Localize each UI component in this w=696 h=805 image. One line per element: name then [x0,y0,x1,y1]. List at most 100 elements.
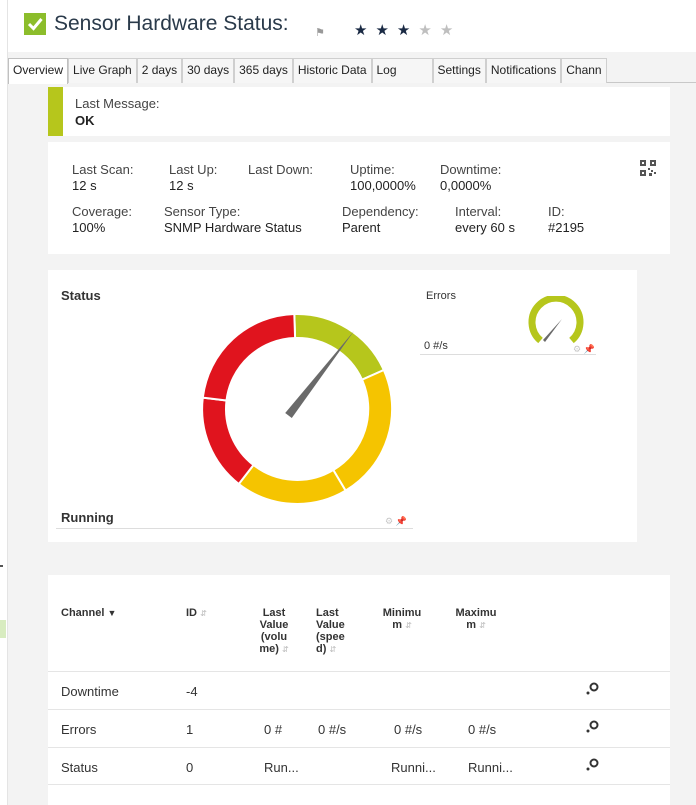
downtime: Downtime: 0,0000% [440,162,501,194]
cell-channel: Downtime [61,684,119,699]
errors-gauge-needle [543,319,562,342]
last-message-panel: Last Message: OK [48,87,670,136]
coverage-value: 100% [72,220,106,235]
uptime-label: Uptime: [350,162,395,177]
volume-header-line: Value [259,619,289,631]
id-header-label: ID [186,607,197,619]
last-scan-value: 12 s [72,178,97,193]
minimum-header-line: m [392,619,402,631]
tab-historic-data[interactable]: Historic Data [292,58,372,83]
minimum-header-line: Minimu [382,607,422,619]
coverage: Coverage: 100% [72,204,132,236]
last-down-label: Last Down: [248,162,314,177]
tab-bar: Overview Live Graph 2 days 30 days 365 d… [8,58,696,84]
priority-star-icon[interactable]: ★ [375,22,396,39]
sensor-header: Sensor Hardware Status: ⚑ ★★★★★ [8,0,696,52]
table-row[interactable]: Errors 1 0 # 0 #/s 0 #/s 0 #/s [48,709,670,747]
status-gauge-actions[interactable]: ⚙ 📌 [385,516,407,527]
volume-header-line: me) [259,643,279,655]
sort-icon: ⇵ [405,621,412,630]
speed-header-line: Last [316,607,339,619]
table-row[interactable]: Downtime -4 [48,671,670,709]
interval: Interval: every 60 s [455,204,515,236]
sensor-id-label: ID: [548,204,565,219]
errors-gauge-actions[interactable]: ⚙ 📌 [573,344,595,355]
gauges-panel: Status Running ⚙ 📌 Errors 0 #/s ⚙ 📌 [48,270,637,542]
table-row[interactable]: Status 0 Run... Runni... Runni... [48,747,670,785]
cell-maximum: Runni... [468,760,513,775]
sensor-type: Sensor Type: SNMP Hardware Status [164,204,302,236]
tab-overview[interactable]: Overview [8,58,69,84]
sort-desc-icon: ▼ [107,608,117,618]
sensor-type-value: SNMP Hardware Status [164,220,302,235]
sensor-type-label: Sensor Type: [164,204,241,219]
status-gauge-title: Status [61,288,101,303]
cell-id: -4 [186,684,198,699]
status-ok-check-icon [24,13,46,35]
edge-marker [0,565,3,567]
priority-star-icon[interactable]: ★ [397,22,418,39]
dependency-value[interactable]: Parent [342,220,419,236]
last-down: Last Down: [248,162,313,178]
last-message-value: OK [75,113,95,128]
channel-settings-icon[interactable] [584,681,600,697]
priority-star-icon[interactable]: ★ [440,22,461,39]
speed-header-line: (spee [316,631,345,643]
tab-30-days[interactable]: 30 days [182,58,235,83]
last-scan-label: Last Scan: [72,162,134,177]
errors-gauge-title: Errors [426,290,456,302]
status-gauge-value: Running [61,510,114,525]
uptime-value: 100,0000% [350,178,416,193]
flag-icon[interactable]: ⚑ [315,26,325,39]
last-up: Last Up: 12 s [169,162,217,194]
volume-header-line: (volu [260,631,288,643]
qr-code-icon[interactable] [640,160,656,176]
volume-header-line: Last [262,607,286,619]
channel-settings-icon[interactable] [584,719,600,735]
sensor-id: ID: #2195 [548,204,584,236]
tab-settings[interactable]: Settings [432,58,486,83]
column-header-last-value-volume[interactable]: Last Value (volu me) ⇵ [254,607,294,656]
dependency-label: Dependency: [342,204,419,219]
tab-live-graph[interactable]: Live Graph [68,58,137,83]
column-header-last-value-speed[interactable]: Last Value (spee d) ⇵ [316,607,356,656]
cell-channel: Status [61,760,98,775]
column-header-maximum[interactable]: Maximu m ⇵ [452,607,500,632]
sort-icon: ⇵ [200,609,207,618]
interval-label: Interval: [455,204,502,219]
channels-table: Channel ▼ ID ⇵ Last Value (volu me) ⇵ La… [48,575,670,805]
cell-channel: Errors [61,722,97,737]
priority-star-icon[interactable]: ★ [418,22,439,39]
priority-stars[interactable]: ★★★★★ [354,21,461,39]
column-header-minimum[interactable]: Minimu m ⇵ [378,607,426,632]
left-navigation-edge [0,0,8,805]
sort-icon: ⇵ [281,645,289,654]
errors-gauge-value: 0 #/s [424,340,448,352]
downtime-label: Downtime: [440,162,502,177]
tab-channels[interactable]: Chann [561,58,607,83]
speed-header-line: Value [316,619,345,631]
tab-365-days[interactable]: 365 days [234,58,293,83]
tab-notifications[interactable]: Notifications [485,58,562,83]
sensor-id-value: #2195 [548,220,585,235]
tab-2-days[interactable]: 2 days [136,58,183,83]
downtime-value: 0,0000% [440,178,492,193]
cell-last-speed: 0 #/s [318,722,347,737]
sort-icon: ⇵ [329,645,337,654]
cell-id: 1 [186,722,194,737]
status-gauge [201,312,394,505]
column-header-id[interactable]: ID ⇵ [186,607,207,620]
dependency: Dependency: Parent [342,204,419,236]
edge-highlight [0,620,6,638]
last-message-label: Last Message: [75,96,160,111]
cell-last-volume: 0 # [264,722,283,737]
errors-gauge [528,296,584,344]
speed-header-line: d) [316,643,327,655]
page-title: Sensor Hardware Status: [54,12,289,35]
priority-star-icon[interactable]: ★ [354,22,375,39]
column-header-channel[interactable]: Channel ▼ [61,607,116,619]
tab-log[interactable]: Log [371,58,433,83]
last-up-value: 12 s [169,178,194,193]
maximum-header-line: Maximu [455,607,497,619]
channel-settings-icon[interactable] [584,757,600,773]
